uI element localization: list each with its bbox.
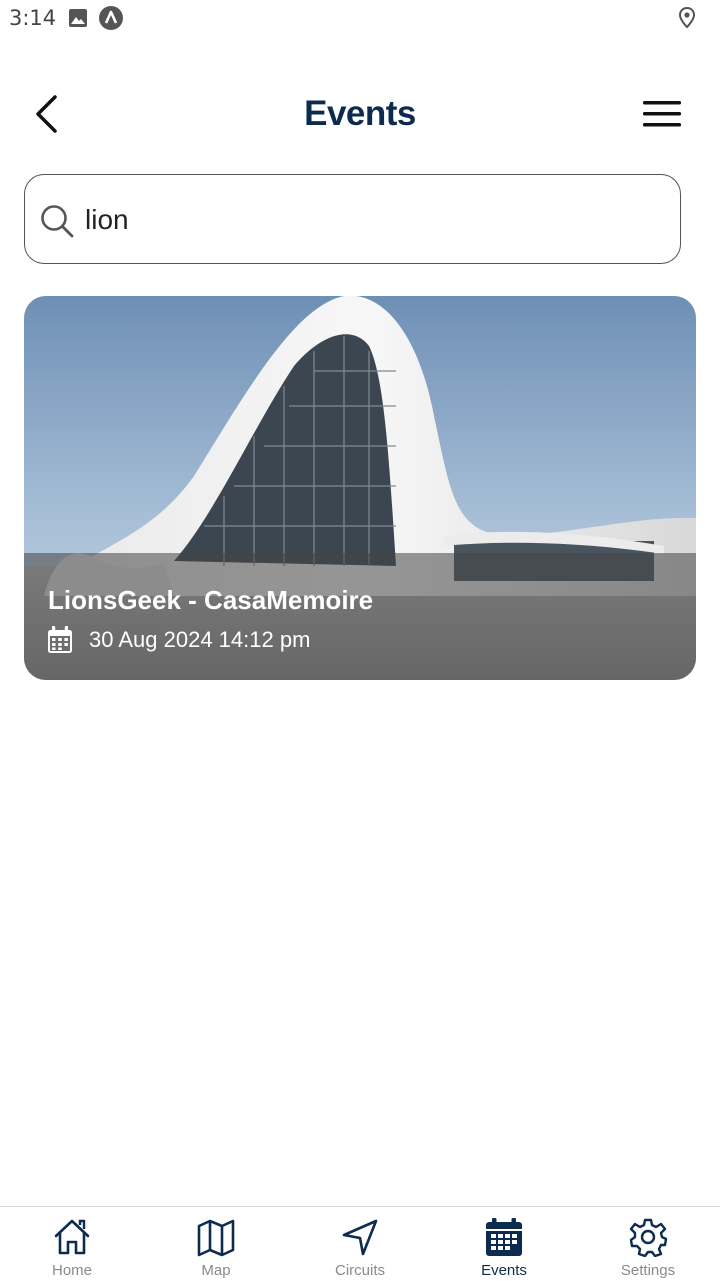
gear-icon bbox=[629, 1218, 668, 1257]
app-a-icon bbox=[98, 5, 124, 36]
calendar-icon bbox=[486, 1218, 522, 1256]
calendar-icon bbox=[48, 626, 72, 653]
status-bar: 3:14 bbox=[0, 0, 720, 36]
nav-label-map: Map bbox=[201, 1262, 231, 1279]
search-icon bbox=[41, 205, 74, 238]
menu-button[interactable] bbox=[638, 92, 686, 136]
nav-item-home[interactable]: Home bbox=[0, 1207, 144, 1281]
header: Events bbox=[0, 80, 720, 150]
nav-label-events: Events bbox=[481, 1262, 527, 1279]
event-title: LionsGeek - CasaMemoire bbox=[48, 585, 374, 615]
event-date: 30 Aug 2024 14:12 pm bbox=[89, 627, 311, 652]
nav-item-circuits[interactable]: Circuits bbox=[288, 1207, 432, 1281]
search-input[interactable] bbox=[85, 195, 655, 245]
hamburger-menu-icon bbox=[643, 101, 681, 127]
nav-item-map[interactable]: Map bbox=[144, 1207, 288, 1281]
nav-item-events[interactable]: Events bbox=[432, 1207, 576, 1281]
nav-label-settings: Settings bbox=[620, 1262, 676, 1279]
location-pin-icon bbox=[677, 6, 697, 34]
search-box[interactable] bbox=[24, 174, 681, 264]
navigation-arrow-icon bbox=[342, 1219, 378, 1256]
nav-label-home: Home bbox=[51, 1262, 92, 1279]
page-title: Events bbox=[304, 94, 416, 133]
status-time: 3:14 bbox=[9, 6, 57, 30]
nav-item-settings[interactable]: Settings bbox=[576, 1207, 720, 1281]
nav-label-circuits: Circuits bbox=[334, 1262, 385, 1279]
home-icon bbox=[54, 1219, 90, 1255]
map-icon bbox=[197, 1219, 235, 1257]
event-overlay bbox=[24, 553, 696, 680]
image-icon bbox=[68, 8, 88, 33]
event-card[interactable]: LionsGeek - CasaMemoire 30 Aug 2024 14:1… bbox=[24, 296, 696, 680]
bottom-nav: Home Map Circuits Events Settings bbox=[0, 1206, 720, 1281]
